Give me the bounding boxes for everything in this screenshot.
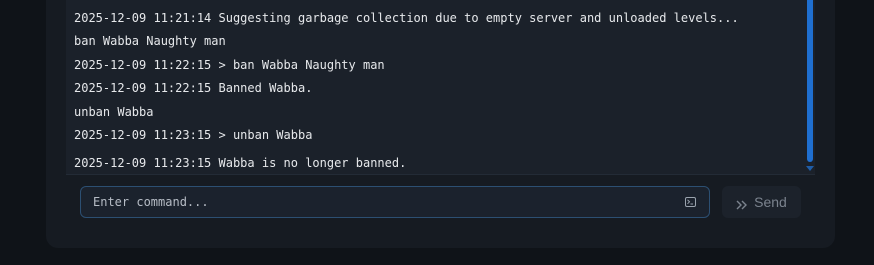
console-line: ban Wabba Naughty man (74, 34, 226, 48)
divider (66, 174, 815, 175)
console-line: 2025-12-09 11:21:14 Suggesting garbage c… (74, 11, 739, 25)
command-input[interactable] (93, 187, 673, 217)
terminal-icon (685, 197, 696, 207)
console-line: unban Wabba (74, 105, 154, 119)
command-input-container[interactable] (80, 186, 710, 218)
send-button[interactable]: Send (722, 186, 801, 218)
console-line: 2025-12-09 11:23:15 > unban Wabba (74, 128, 313, 142)
console-lines: 2025-12-09 11:21:14 Suggesting garbage c… (74, 0, 799, 170)
console-line: 2025-12-09 11:22:15 Banned Wabba. (74, 81, 313, 95)
console-scrollbar-thumb[interactable] (807, 0, 813, 162)
chevrons-right-icon (736, 197, 748, 210)
console-line: 2025-12-09 11:23:15 Wabba is no longer b… (74, 156, 407, 170)
console-line: 2025-12-09 11:22:15 > ban Wabba Naughty … (74, 58, 385, 72)
scroll-down-arrow-icon[interactable] (806, 166, 814, 171)
console-output[interactable]: 2025-12-09 11:21:14 Suggesting garbage c… (66, 0, 815, 174)
send-button-label: Send (754, 194, 787, 210)
